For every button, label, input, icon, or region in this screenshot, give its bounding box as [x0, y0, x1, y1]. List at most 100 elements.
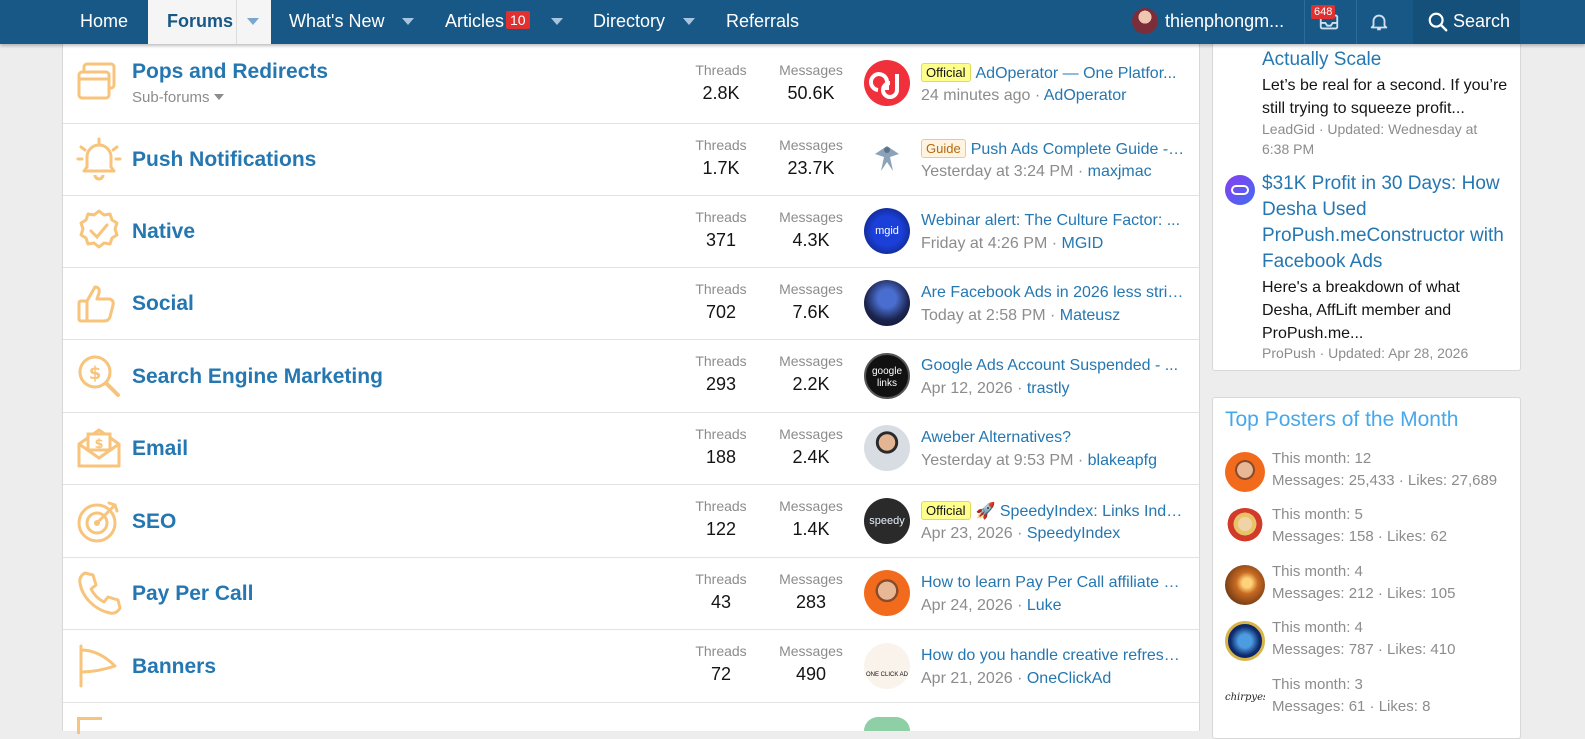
- forum-node: $ Search Engine Marketing Threads 293 Mes…: [63, 340, 1199, 413]
- forum-node-list: Pops and Redirects Sub-forums Threads 2.8…: [62, 44, 1200, 734]
- avatar[interactable]: speedy: [864, 498, 910, 544]
- node-title[interactable]: Pops and Redirects: [132, 60, 328, 84]
- last-post-title[interactable]: Are Facebook Ads in 2026 less strict?: [921, 283, 1185, 303]
- avatar[interactable]: [864, 280, 910, 326]
- nav-directory[interactable]: Directory: [593, 0, 665, 44]
- avatar[interactable]: [864, 570, 910, 616]
- poster-stats: Messages: 25,433 · Likes: 27,689: [1272, 472, 1498, 489]
- nav-home[interactable]: Home: [80, 0, 128, 44]
- last-post-title[interactable]: Official 🚀 SpeedyIndex: Links Inde...: [921, 501, 1185, 522]
- last-post-time[interactable]: Yesterday at 3:24 PM: [921, 163, 1073, 180]
- last-post-title[interactable]: Google Ads Account Suspended - ...: [921, 356, 1185, 376]
- forum-node: [63, 703, 1199, 734]
- last-post-user[interactable]: maxjmac: [1088, 163, 1152, 180]
- official-tag: Official: [921, 501, 971, 520]
- forum-node: Pay Per Call Threads 43 Messages 283 How t…: [63, 558, 1199, 630]
- threads-stat: Threads 371: [676, 209, 766, 251]
- article-meta: 6:38 PM: [1262, 141, 1315, 157]
- last-post-title[interactable]: Official AdOperator — One Platfor...: [921, 63, 1185, 84]
- avatar[interactable]: [864, 425, 910, 471]
- last-post-user[interactable]: OneClickAd: [1027, 670, 1111, 687]
- threads-count: 122: [705, 519, 737, 539]
- flag-icon: [79, 644, 117, 688]
- threads-stat: Threads 122: [676, 498, 766, 540]
- inbox-count-badge: 648: [1311, 5, 1336, 19]
- chevron-down-icon[interactable]: [402, 18, 414, 25]
- list-item: chirpyest This month: 3 Messages: 61 · L…: [1225, 674, 1515, 722]
- last-post-time[interactable]: Apr 21, 2026: [921, 670, 1013, 687]
- avatar[interactable]: chirpyest: [1225, 678, 1265, 718]
- last-post-time[interactable]: Today at 2:58 PM: [921, 307, 1046, 324]
- chirpyest-logo: chirpyest: [1225, 692, 1265, 703]
- last-post-user[interactable]: Mateusz: [1060, 307, 1120, 324]
- nav-forums[interactable]: Forums: [148, 0, 271, 44]
- chevron-down-icon[interactable]: [247, 18, 259, 25]
- messages-count: 2.4K: [792, 447, 830, 467]
- last-post-title[interactable]: How to learn Pay Per Call affiliate m...: [921, 573, 1185, 593]
- avatar[interactable]: [1225, 621, 1265, 661]
- last-post-time[interactable]: 24 minutes ago: [921, 87, 1030, 104]
- article-title[interactable]: Actually Scale: [1262, 47, 1381, 73]
- chevron-down-icon[interactable]: [683, 18, 695, 25]
- messages-count: 50.6K: [787, 83, 835, 103]
- avatar[interactable]: [1225, 452, 1265, 492]
- bell-icon: [76, 137, 122, 181]
- messages-label: Messages: [779, 62, 843, 78]
- last-post-title[interactable]: Aweber Alternatives?: [921, 428, 1185, 448]
- last-post-time[interactable]: Yesterday at 9:53 PM: [921, 452, 1073, 469]
- last-post-time[interactable]: Apr 24, 2026: [921, 597, 1013, 614]
- node-title[interactable]: Native: [132, 220, 195, 244]
- last-post-title[interactable]: Guide Push Ads Complete Guide - ...: [921, 139, 1185, 160]
- last-post-title[interactable]: Webinar alert: The Culture Factor: ...: [921, 211, 1185, 231]
- messages-count: 1.4K: [792, 519, 830, 539]
- bell-icon[interactable]: [1368, 11, 1390, 33]
- last-post-time[interactable]: Friday at 4:26 PM: [921, 235, 1047, 252]
- last-post-user[interactable]: SpeedyIndex: [1027, 525, 1120, 542]
- avatar[interactable]: [864, 717, 910, 731]
- chevron-down-icon[interactable]: [551, 18, 563, 25]
- article-meta: ProPush · Updated: Apr 28, 2026: [1262, 345, 1469, 361]
- top-posters-title[interactable]: Top Posters of the Month: [1225, 408, 1458, 432]
- article-title[interactable]: Desha Used: [1262, 197, 1367, 223]
- last-post-user[interactable]: Luke: [1027, 597, 1062, 614]
- list-item: This month: 4 Messages: 212 · Likes: 105: [1225, 561, 1515, 609]
- node-title[interactable]: Email: [132, 437, 188, 461]
- avatar[interactable]: ONE CLICK AD: [864, 643, 910, 689]
- avatar[interactable]: [1225, 508, 1265, 548]
- nav-forums-label: Forums: [167, 11, 234, 31]
- last-post-user[interactable]: MGID: [1062, 235, 1104, 252]
- article-title[interactable]: ProPush.meConstructor with: [1262, 223, 1504, 249]
- last-post-time[interactable]: Apr 23, 2026: [921, 525, 1013, 542]
- search-button[interactable]: Search: [1413, 0, 1520, 44]
- last-post-time[interactable]: Apr 12, 2026: [921, 380, 1013, 397]
- threads-count: 1.7K: [702, 158, 740, 178]
- avatar[interactable]: [864, 136, 910, 182]
- avatar[interactable]: [1225, 565, 1265, 605]
- article-title[interactable]: Facebook Ads: [1262, 249, 1382, 275]
- avatar[interactable]: [864, 60, 910, 106]
- node-title[interactable]: Social: [132, 292, 194, 316]
- avatar[interactable]: google links: [864, 353, 910, 399]
- messages-count: 23.7K: [787, 158, 835, 178]
- node-title[interactable]: Push Notifications: [132, 148, 316, 172]
- node-title[interactable]: Banners: [132, 655, 216, 679]
- article-title[interactable]: $31K Profit in 30 Days: How: [1262, 171, 1500, 197]
- last-post-meta: 24 minutes ago · AdOperator: [921, 87, 1127, 104]
- last-post-user[interactable]: trastly: [1027, 380, 1070, 397]
- subforums-toggle[interactable]: Sub-forums: [132, 89, 224, 106]
- avatar[interactable]: mgid: [864, 208, 910, 254]
- articles-count-badge: 10: [506, 11, 530, 29]
- node-title[interactable]: Pay Per Call: [132, 582, 253, 606]
- avatar[interactable]: [1225, 175, 1255, 205]
- nav-articles[interactable]: Articles 10: [445, 0, 530, 44]
- last-post-user[interactable]: blakeapfg: [1088, 452, 1157, 469]
- last-post-title[interactable]: How do you handle creative refresh...: [921, 646, 1185, 666]
- threads-count: 702: [705, 302, 737, 322]
- node-title[interactable]: SEO: [132, 510, 176, 534]
- threads-stat: Threads 293: [676, 353, 766, 395]
- nav-referrals[interactable]: Referrals: [726, 0, 799, 44]
- featured-articles-block: Actually Scale Let’s be real for a secon…: [1212, 44, 1521, 371]
- nav-whats-new[interactable]: What's New: [289, 0, 384, 44]
- last-post-user[interactable]: AdOperator: [1044, 87, 1127, 104]
- node-title[interactable]: Search Engine Marketing: [132, 365, 383, 389]
